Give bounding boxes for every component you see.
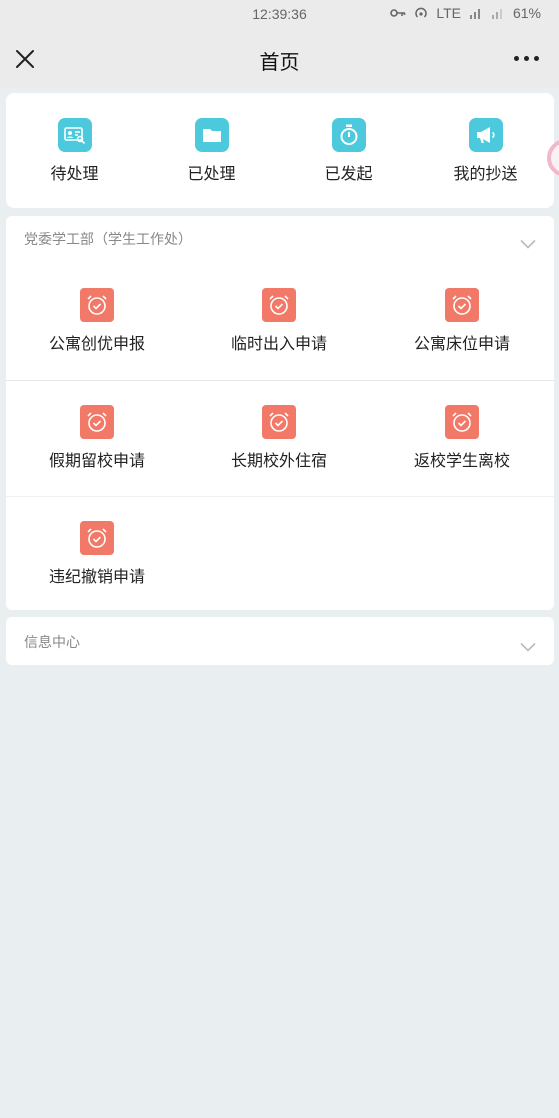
battery-level: 61% [512, 5, 541, 21]
service-dorm-bed[interactable]: 公寓床位申请 [371, 288, 553, 354]
quick-action-label: 待处理 [50, 164, 99, 183]
service-label: 临时出入申请 [230, 334, 327, 353]
network-type: LTE [436, 5, 461, 21]
id-card-search-icon [57, 118, 92, 152]
quick-action-initiated[interactable]: 已发起 [280, 118, 417, 184]
service-label: 公寓床位申请 [413, 334, 510, 353]
quick-action-cc[interactable]: 我的抄送 [417, 118, 554, 184]
service-row: 假期留校申请 长期校外住宿 返校学生离校 [6, 380, 554, 496]
alarm-clock-check-icon [80, 521, 114, 555]
stopwatch-icon [331, 118, 366, 152]
page-title: 首页 [259, 50, 300, 74]
info-center-card[interactable]: 信息中心 [6, 617, 554, 665]
hotspot-icon [414, 6, 428, 20]
megaphone-icon [468, 118, 503, 152]
quick-action-label: 已发起 [324, 164, 373, 183]
service-temporary-access[interactable]: 临时出入申请 [188, 288, 370, 354]
section-title: 信息中心 [24, 635, 80, 651]
quick-action-processed[interactable]: 已处理 [143, 118, 280, 184]
alarm-clock-check-icon [262, 288, 296, 322]
signal-icon [469, 7, 483, 19]
chevron-down-icon[interactable] [520, 234, 536, 253]
folder-icon [194, 118, 229, 152]
service-apartment-excellence[interactable]: 公寓创优申报 [6, 288, 188, 354]
service-label: 违纪撤销申请 [48, 567, 145, 586]
signal-secondary-icon [491, 7, 505, 19]
alarm-clock-check-icon [445, 405, 479, 439]
alarm-clock-check-icon [80, 288, 114, 322]
service-row: 违纪撤销申请 [6, 496, 554, 612]
quick-action-pending[interactable]: 待处理 [6, 118, 143, 184]
more-options-icon[interactable] [514, 56, 539, 61]
service-return-leave[interactable]: 返校学生离校 [371, 405, 553, 471]
service-long-term-offcampus[interactable]: 长期校外住宿 [188, 405, 370, 471]
alarm-clock-check-icon [80, 405, 114, 439]
section-title: 党委学工部（学生工作处） [24, 232, 192, 248]
status-indicators: LTE 61% [390, 5, 541, 21]
quick-actions-card: 待处理 已处理 已发起 我的抄送 [6, 93, 554, 208]
service-label: 公寓创优申报 [48, 334, 145, 353]
status-bar: 12:39:36 LTE 61% [0, 0, 559, 30]
alarm-clock-check-icon [445, 288, 479, 322]
service-row: 公寓创优申报 临时出入申请 公寓床位申请 [6, 264, 554, 380]
department-services-card: 党委学工部（学生工作处） 公寓创优申报 临时出入申请 公寓床位申请 假期留校申请… [6, 216, 554, 610]
service-label: 返校学生离校 [413, 451, 510, 470]
department-section-header[interactable]: 党委学工部（学生工作处） [6, 216, 554, 262]
quick-action-label: 我的抄送 [453, 164, 518, 183]
service-label: 假期留校申请 [48, 451, 145, 470]
quick-action-label: 已处理 [187, 164, 236, 183]
key-icon [390, 8, 406, 18]
service-label: 长期校外住宿 [230, 451, 327, 470]
service-discipline-revocation[interactable]: 违纪撤销申请 [6, 521, 188, 587]
nav-bar: 首页 [0, 30, 559, 88]
chevron-down-icon[interactable] [520, 637, 536, 656]
alarm-clock-check-icon [262, 405, 296, 439]
service-holiday-stay[interactable]: 假期留校申请 [6, 405, 188, 471]
